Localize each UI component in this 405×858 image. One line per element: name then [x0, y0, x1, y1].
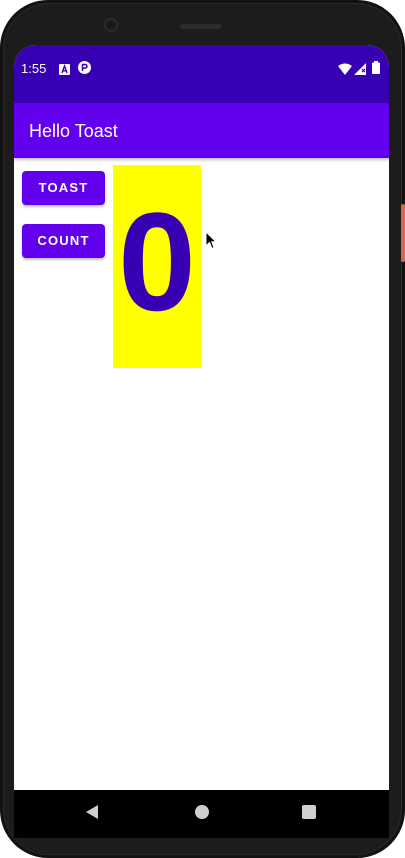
screen: 1:55 Hello Toast TOAST COUNT 0	[14, 45, 389, 824]
cell-signal-icon	[354, 62, 366, 75]
status-bar: 1:55	[14, 45, 389, 103]
back-icon[interactable]	[85, 804, 99, 825]
front-camera	[104, 18, 118, 32]
toast-button[interactable]: TOAST	[22, 171, 105, 205]
count-value: 0	[118, 183, 196, 340]
navigation-bar	[14, 790, 389, 838]
recents-icon[interactable]	[302, 805, 316, 824]
home-icon[interactable]	[194, 804, 210, 825]
mouse-cursor-icon	[205, 230, 218, 255]
count-button[interactable]: COUNT	[22, 224, 105, 258]
app-title: Hello Toast	[29, 121, 118, 141]
earpiece-speaker	[180, 24, 222, 29]
app-bar: Hello Toast	[14, 103, 389, 158]
wifi-icon	[338, 62, 352, 75]
count-display: 0	[113, 165, 201, 368]
notification-p-icon	[78, 61, 91, 74]
power-button	[401, 204, 405, 262]
phone-frame: 1:55 Hello Toast TOAST COUNT 0	[0, 0, 405, 858]
status-time: 1:55	[21, 61, 47, 76]
text-a-icon	[59, 62, 70, 75]
battery-icon	[372, 61, 380, 74]
